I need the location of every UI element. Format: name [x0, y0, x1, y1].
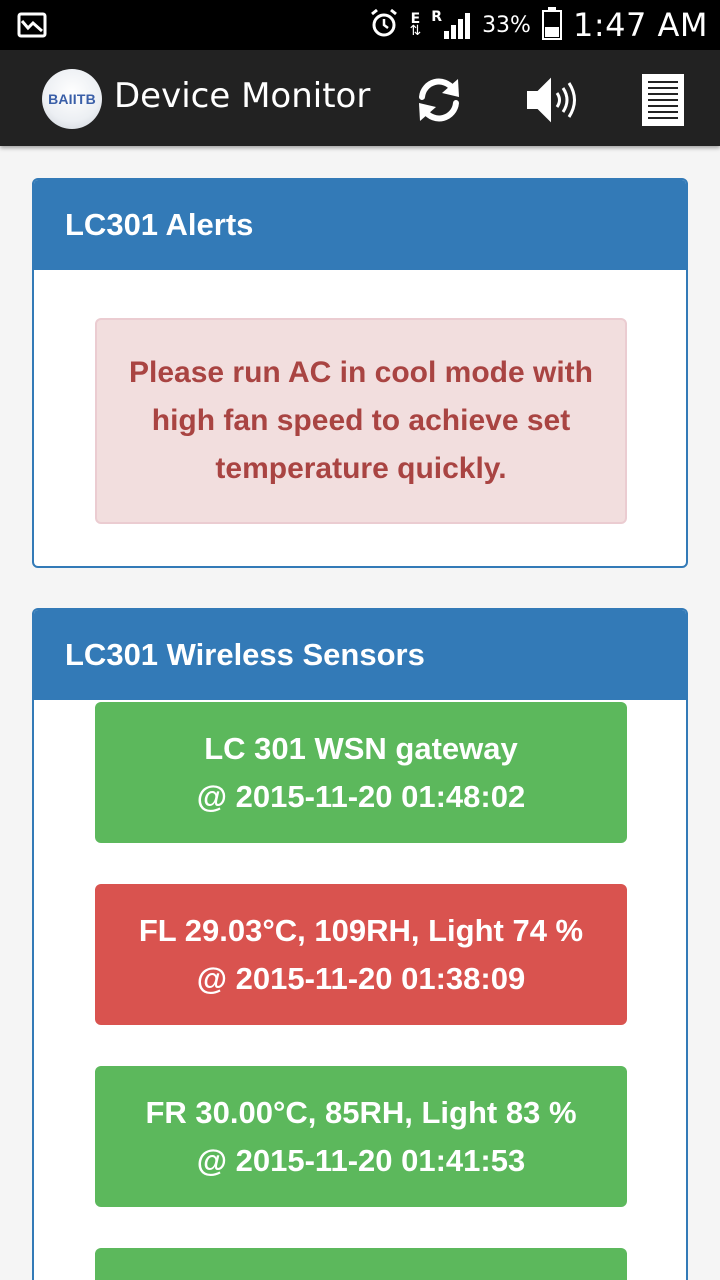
speaker-icon[interactable] [522, 73, 580, 132]
app-bar: BAIITB Device Monitor [0, 50, 720, 146]
app-logo[interactable]: BAIITB [42, 69, 102, 129]
app-title: Device Monitor [114, 76, 371, 116]
sensor-timestamp: @ 2015-11-20 01:38:09 [196, 960, 526, 996]
list-icon[interactable] [640, 72, 686, 133]
status-bar: E ⇅ R 33% 1:47 AM [0, 0, 720, 50]
sensors-panel: LC301 Wireless Sensors LC 301 WSN gatewa… [32, 608, 688, 1280]
clock-time: 1:47 AM [572, 6, 708, 44]
gallery-notification-icon [16, 9, 48, 46]
sensor-name: LC 301 WSN gateway [204, 730, 518, 766]
alerts-panel: LC301 Alerts Please run AC in cool mode … [32, 178, 688, 568]
sensor-card-fr[interactable]: FR 30.00°C, 85RH, Light 83 % @ 2015-11-2… [95, 1066, 627, 1207]
alarm-icon [368, 7, 400, 44]
refresh-icon[interactable] [412, 73, 466, 132]
signal-icon: R [431, 9, 472, 41]
battery-percent: 33% [482, 12, 531, 38]
sensor-card-gateway[interactable]: LC 301 WSN gateway @ 2015-11-20 01:48:02 [95, 702, 627, 843]
sensor-card-partial[interactable] [95, 1248, 627, 1280]
sensor-reading: FR 30.00°C, 85RH, Light 83 % [145, 1094, 577, 1130]
alert-message: Please run AC in cool mode with high fan… [95, 318, 627, 524]
sensor-reading: FL 29.03°C, 109RH, Light 74 % [138, 912, 584, 948]
sensor-card-fl[interactable]: FL 29.03°C, 109RH, Light 74 % @ 2015-11-… [95, 884, 627, 1025]
sensor-timestamp: @ 2015-11-20 01:41:53 [196, 1142, 526, 1178]
sensor-timestamp: @ 2015-11-20 01:48:02 [196, 778, 526, 814]
sensors-panel-heading: LC301 Wireless Sensors [34, 610, 686, 700]
network-e-icon: E ⇅ [409, 11, 422, 39]
battery-icon [541, 6, 563, 45]
alerts-panel-heading: LC301 Alerts [34, 180, 686, 270]
app-logo-text: BAIITB [48, 91, 96, 107]
